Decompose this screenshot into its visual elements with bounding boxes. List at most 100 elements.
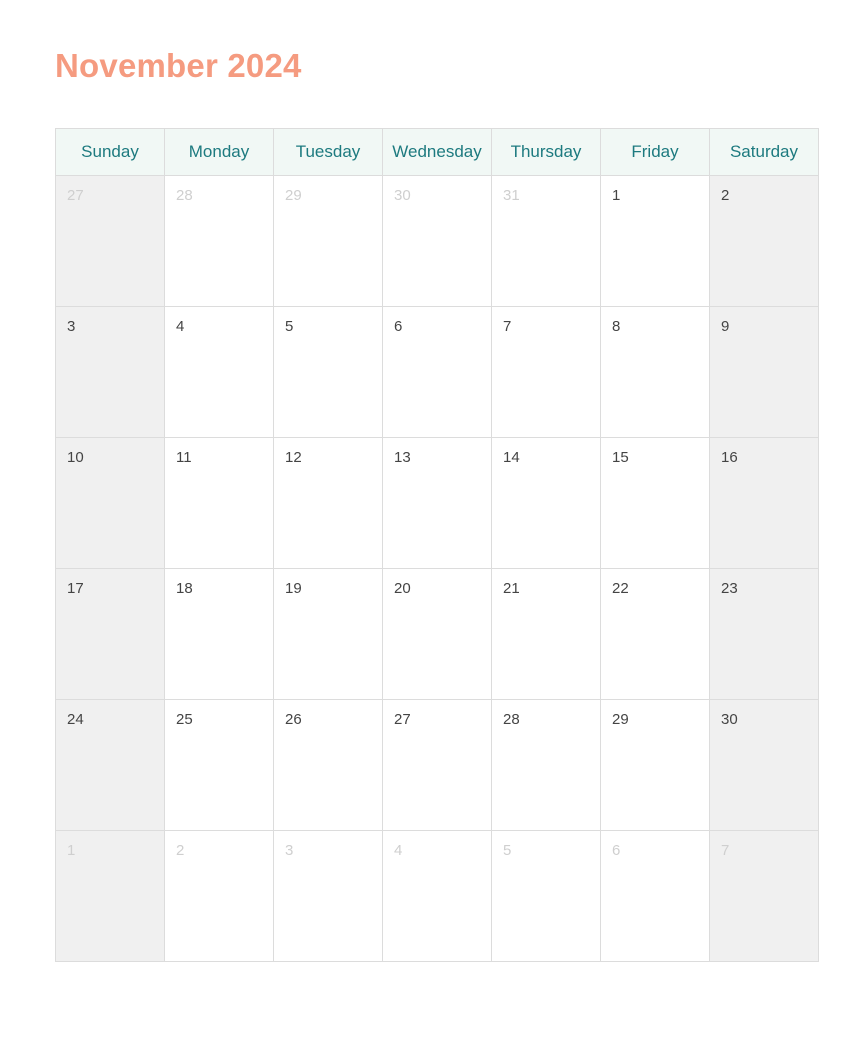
day-number: 13 — [394, 449, 411, 466]
calendar-day-cell[interactable]: 1 — [600, 175, 710, 307]
calendar-day-cell[interactable]: 16 — [709, 437, 819, 569]
calendar-day-cell[interactable]: 29 — [273, 175, 383, 307]
calendar-day-cell[interactable]: 30 — [382, 175, 492, 307]
calendar-week-row: 10 11 12 13 14 15 16 — [55, 437, 819, 569]
calendar-day-cell[interactable]: 5 — [491, 830, 601, 962]
weekday-header-tuesday: Tuesday — [273, 128, 383, 176]
day-number: 22 — [612, 580, 629, 597]
day-number: 7 — [503, 318, 512, 335]
day-number: 23 — [721, 580, 738, 597]
day-number: 17 — [67, 580, 84, 597]
day-number: 21 — [503, 580, 520, 597]
calendar-day-cell[interactable]: 2 — [164, 830, 274, 962]
calendar-day-cell[interactable]: 28 — [164, 175, 274, 307]
day-number: 4 — [176, 318, 185, 335]
day-number: 2 — [721, 187, 730, 204]
day-number: 3 — [285, 842, 294, 859]
calendar-grid: Sunday Monday Tuesday Wednesday Thursday… — [55, 128, 819, 962]
weekday-header-wednesday: Wednesday — [382, 128, 492, 176]
calendar-day-cell[interactable]: 12 — [273, 437, 383, 569]
calendar-day-cell[interactable]: 3 — [55, 306, 165, 438]
calendar-day-cell[interactable]: 28 — [491, 699, 601, 831]
calendar-day-cell[interactable]: 31 — [491, 175, 601, 307]
day-number: 26 — [285, 711, 302, 728]
calendar-day-cell[interactable]: 10 — [55, 437, 165, 569]
day-number: 2 — [176, 842, 185, 859]
weekday-header-friday: Friday — [600, 128, 710, 176]
calendar-day-cell[interactable]: 9 — [709, 306, 819, 438]
calendar-day-cell[interactable]: 7 — [491, 306, 601, 438]
day-number: 31 — [503, 187, 520, 204]
calendar-day-cell[interactable]: 26 — [273, 699, 383, 831]
calendar-day-cell[interactable]: 7 — [709, 830, 819, 962]
day-number: 1 — [612, 187, 621, 204]
calendar-day-cell[interactable]: 30 — [709, 699, 819, 831]
weekday-header-saturday: Saturday — [709, 128, 819, 176]
calendar-day-cell[interactable]: 5 — [273, 306, 383, 438]
weekday-header-monday: Monday — [164, 128, 274, 176]
calendar-week-row: 24 25 26 27 28 29 30 — [55, 699, 819, 831]
day-number: 30 — [394, 187, 411, 204]
calendar-week-row: 17 18 19 20 21 22 23 — [55, 568, 819, 700]
calendar-day-cell[interactable]: 18 — [164, 568, 274, 700]
day-number: 1 — [67, 842, 76, 859]
calendar-day-cell[interactable]: 4 — [164, 306, 274, 438]
calendar-day-cell[interactable]: 13 — [382, 437, 492, 569]
calendar-week-row: 1 2 3 4 5 6 7 — [55, 830, 819, 962]
calendar-day-cell[interactable]: 20 — [382, 568, 492, 700]
calendar-day-cell[interactable]: 24 — [55, 699, 165, 831]
calendar-day-cell[interactable]: 3 — [273, 830, 383, 962]
calendar-day-cell[interactable]: 25 — [164, 699, 274, 831]
calendar-day-cell[interactable]: 23 — [709, 568, 819, 700]
calendar-day-cell[interactable]: 27 — [55, 175, 165, 307]
day-number: 5 — [285, 318, 294, 335]
day-number: 10 — [67, 449, 84, 466]
day-number: 3 — [67, 318, 76, 335]
day-number: 15 — [612, 449, 629, 466]
day-number: 6 — [612, 842, 621, 859]
day-number: 16 — [721, 449, 738, 466]
calendar-day-cell[interactable]: 17 — [55, 568, 165, 700]
weekday-header-sunday: Sunday — [55, 128, 165, 176]
day-number: 29 — [285, 187, 302, 204]
calendar-day-cell[interactable]: 27 — [382, 699, 492, 831]
calendar-day-cell[interactable]: 6 — [600, 830, 710, 962]
weekday-header-row: Sunday Monday Tuesday Wednesday Thursday… — [55, 128, 819, 176]
day-number: 9 — [721, 318, 730, 335]
day-number: 12 — [285, 449, 302, 466]
calendar-day-cell[interactable]: 29 — [600, 699, 710, 831]
calendar-header-row: Sunday Monday Tuesday Wednesday Thursday… — [55, 128, 819, 176]
day-number: 7 — [721, 842, 730, 859]
calendar-day-cell[interactable]: 19 — [273, 568, 383, 700]
calendar-week-row: 27 28 29 30 31 1 2 — [55, 175, 819, 307]
calendar-week-row: 3 4 5 6 7 8 9 — [55, 306, 819, 438]
calendar-day-cell[interactable]: 1 — [55, 830, 165, 962]
calendar-day-cell[interactable]: 21 — [491, 568, 601, 700]
calendar-day-cell[interactable]: 4 — [382, 830, 492, 962]
calendar-day-cell[interactable]: 22 — [600, 568, 710, 700]
day-number: 24 — [67, 711, 84, 728]
day-number: 11 — [176, 449, 192, 466]
calendar-day-cell[interactable]: 6 — [382, 306, 492, 438]
page-title: November 2024 — [55, 47, 302, 84]
day-number: 25 — [176, 711, 193, 728]
day-number: 20 — [394, 580, 411, 597]
day-number: 27 — [394, 711, 411, 728]
day-number: 27 — [67, 187, 84, 204]
day-number: 14 — [503, 449, 520, 466]
calendar-day-cell[interactable]: 14 — [491, 437, 601, 569]
day-number: 5 — [503, 842, 512, 859]
calendar-day-cell[interactable]: 2 — [709, 175, 819, 307]
day-number: 4 — [394, 842, 403, 859]
day-number: 8 — [612, 318, 621, 335]
calendar-day-cell[interactable]: 11 — [164, 437, 274, 569]
day-number: 28 — [176, 187, 193, 204]
calendar-body: 27 28 29 30 31 1 2 3 4 5 6 7 8 9 10 11 1… — [55, 175, 819, 962]
calendar-page: November 2024 Sunday Monday Tuesday Wedn… — [0, 0, 864, 1040]
day-number: 18 — [176, 580, 193, 597]
day-number: 30 — [721, 711, 738, 728]
day-number: 28 — [503, 711, 520, 728]
weekday-header-thursday: Thursday — [491, 128, 601, 176]
calendar-day-cell[interactable]: 15 — [600, 437, 710, 569]
calendar-day-cell[interactable]: 8 — [600, 306, 710, 438]
